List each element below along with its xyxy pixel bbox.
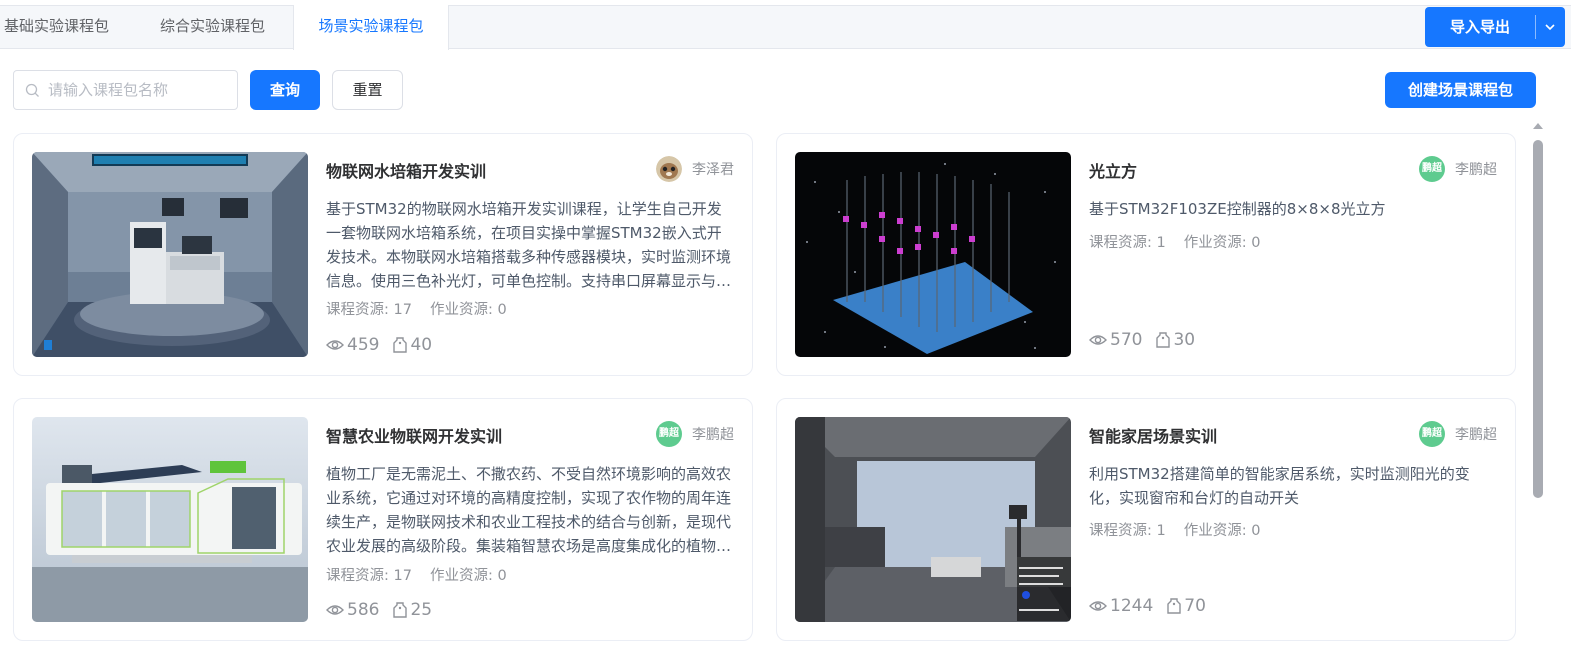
bookmark-tag-icon bbox=[393, 602, 408, 618]
search-icon bbox=[25, 83, 39, 97]
course-card[interactable]: 智慧农业物联网开发实训 鹏超 李鹏超 植物工厂是无需泥土、不撒农药、不受自然环境… bbox=[13, 398, 753, 641]
course-stats: 570 30 bbox=[1089, 330, 1209, 350]
course-author: 鹏超 李鹏超 bbox=[656, 421, 734, 447]
view-count: 586 bbox=[347, 600, 380, 620]
reset-button[interactable]: 重置 bbox=[332, 70, 403, 110]
course-stats: 459 40 bbox=[326, 335, 446, 355]
course-card[interactable]: 物联网水培箱开发实训 李泽君 基于STM32的物联网水培箱开发实训课程，让学生自… bbox=[13, 133, 753, 376]
author-name: 李鹏超 bbox=[692, 427, 734, 443]
course-thumbnail-smart-agriculture[interactable] bbox=[32, 417, 308, 622]
course-resources: 课程资源: 1 作业资源: 0 bbox=[1089, 519, 1260, 540]
avatar: 鹏超 bbox=[656, 421, 682, 447]
light-cube-image bbox=[795, 152, 1071, 357]
course-resources-count: 课程资源: 17 bbox=[326, 302, 412, 318]
view-count: 459 bbox=[347, 335, 380, 355]
course-description: 基于STM32的物联网水培箱开发实训课程，让学生自己开发一套物联网水培箱系统，在… bbox=[326, 200, 732, 290]
homework-resources-count: 作业资源: 0 bbox=[429, 302, 507, 318]
eye-icon bbox=[1089, 335, 1107, 345]
favorite-count: 25 bbox=[410, 600, 433, 620]
chevron-down-icon bbox=[1545, 24, 1555, 31]
container-farm-image bbox=[32, 417, 308, 622]
tab-basic[interactable]: 基础实验课程包 bbox=[0, 5, 131, 49]
course-resources: 课程资源: 17 作业资源: 0 bbox=[326, 564, 507, 585]
import-export-split-button: 导入导出 bbox=[1425, 7, 1565, 47]
course-title[interactable]: 物联网水培箱开发实训 bbox=[326, 158, 486, 182]
tab-bar: 基础实验课程包 综合实验课程包 场景实验课程包 导入导出 bbox=[0, 5, 1571, 50]
course-author: 鹏超 李鹏超 bbox=[1419, 156, 1497, 182]
course-title[interactable]: 智能家居场景实训 bbox=[1089, 423, 1217, 447]
view-count: 1244 bbox=[1110, 596, 1154, 616]
course-description: 植物工厂是无需泥土、不撒农药、不受自然环境影响的高效农业系统，它通过对环境的高精… bbox=[326, 465, 732, 555]
course-description: 利用STM32搭建简单的智能家居系统，实时监测阳光的变化，实现窗帘和台灯的自动开… bbox=[1089, 465, 1470, 507]
avatar: 鹏超 bbox=[1419, 156, 1445, 182]
tab-comprehensive[interactable]: 综合实验课程包 bbox=[138, 5, 287, 49]
eye-icon bbox=[326, 340, 344, 350]
course-resources: 课程资源: 17 作业资源: 0 bbox=[326, 298, 507, 319]
homework-resources-count: 作业资源: 0 bbox=[1183, 235, 1261, 251]
course-stats: 1244 70 bbox=[1089, 596, 1220, 616]
bookmark-tag-icon bbox=[393, 337, 408, 353]
smart-home-room-image bbox=[795, 417, 1071, 622]
course-resources-count: 课程资源: 17 bbox=[326, 568, 412, 584]
eye-icon bbox=[1089, 601, 1107, 611]
homework-resources-count: 作业资源: 0 bbox=[1183, 523, 1261, 539]
search-input[interactable] bbox=[48, 71, 233, 109]
scroll-up-arrow-icon[interactable] bbox=[1532, 121, 1544, 131]
course-title[interactable]: 光立方 bbox=[1089, 158, 1137, 182]
course-resources-count: 课程资源: 1 bbox=[1089, 235, 1166, 251]
course-card[interactable]: 智能家居场景实训 鹏超 李鹏超 利用STM32搭建简单的智能家居系统，实时监测阳… bbox=[776, 398, 1516, 641]
course-card[interactable]: 光立方 鹏超 李鹏超 基于STM32F103ZE控制器的8×8×8光立方 课程资… bbox=[776, 133, 1516, 376]
favorite-count: 70 bbox=[1184, 596, 1206, 616]
eye-icon bbox=[326, 605, 344, 615]
create-package-button[interactable]: 创建场景课程包 bbox=[1385, 72, 1536, 108]
course-resources: 课程资源: 1 作业资源: 0 bbox=[1089, 231, 1260, 252]
bookmark-tag-icon bbox=[1156, 332, 1171, 348]
course-thumbnail-smart-home[interactable] bbox=[795, 417, 1071, 622]
hydroponic-lab-image bbox=[32, 152, 308, 357]
course-description: 基于STM32F103ZE控制器的8×8×8光立方 bbox=[1089, 200, 1386, 218]
avatar: 鹏超 bbox=[1419, 421, 1445, 447]
avatar bbox=[656, 156, 682, 182]
course-stats: 586 25 bbox=[326, 600, 446, 620]
course-title[interactable]: 智慧农业物联网开发实训 bbox=[326, 423, 502, 447]
import-export-dropdown[interactable] bbox=[1536, 7, 1565, 47]
view-count: 570 bbox=[1110, 330, 1143, 350]
import-export-button[interactable]: 导入导出 bbox=[1425, 7, 1535, 47]
course-author: 李泽君 bbox=[656, 156, 734, 182]
tab-scenario[interactable]: 场景实验课程包 bbox=[293, 5, 449, 50]
favorite-count: 30 bbox=[1173, 330, 1196, 350]
course-thumbnail-light-cube[interactable] bbox=[795, 152, 1071, 357]
query-button[interactable]: 查询 bbox=[250, 70, 320, 110]
scrollbar-thumb[interactable] bbox=[1533, 140, 1543, 498]
homework-resources-count: 作业资源: 0 bbox=[429, 568, 507, 584]
search-box bbox=[13, 70, 238, 110]
author-name: 李鹏超 bbox=[1455, 427, 1497, 443]
course-thumbnail-hydroponic[interactable] bbox=[32, 152, 308, 357]
bookmark-tag-icon bbox=[1167, 598, 1181, 614]
author-name: 李泽君 bbox=[692, 162, 734, 178]
course-resources-count: 课程资源: 1 bbox=[1089, 523, 1166, 539]
course-author: 鹏超 李鹏超 bbox=[1419, 421, 1497, 447]
favorite-count: 40 bbox=[410, 335, 433, 355]
author-name: 李鹏超 bbox=[1455, 162, 1497, 178]
